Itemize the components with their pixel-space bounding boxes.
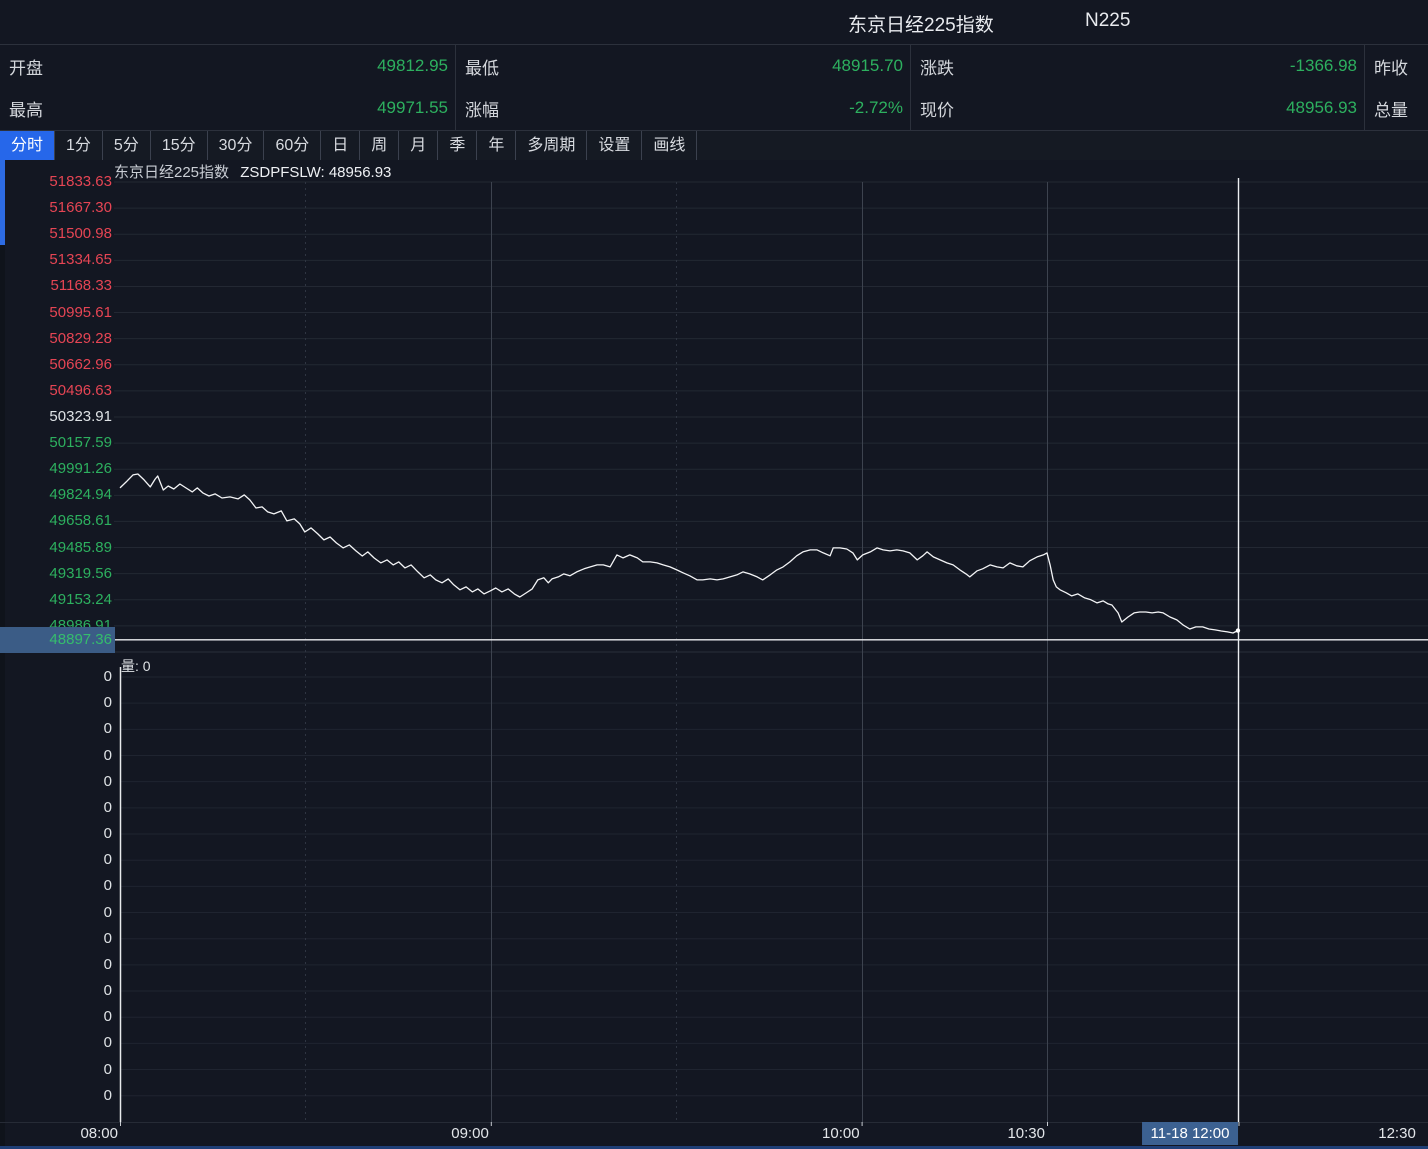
price-axis-label: 50496.63 <box>0 383 112 399</box>
time-axis-label: 09:00 <box>451 1122 491 1145</box>
volume-axis-label: 0 <box>0 1009 112 1025</box>
price-axis-label: 49991.26 <box>0 461 112 477</box>
volume-axis-label: 0 <box>0 957 112 973</box>
price-axis-label: 49319.56 <box>0 566 112 582</box>
volume-axis-label: 0 <box>0 721 112 737</box>
tab-15分[interactable]: 15分 <box>151 131 208 160</box>
tab-多周期[interactable]: 多周期 <box>516 131 587 160</box>
tab-画线[interactable]: 画线 <box>642 131 697 160</box>
volume-axis-label: 0 <box>0 878 112 894</box>
info-column: 昨收总量 <box>1365 45 1428 130</box>
volume-axis-label: 0 <box>0 774 112 790</box>
tab-周[interactable]: 周 <box>360 131 399 160</box>
price-line-endpoint <box>1236 628 1240 632</box>
tab-日[interactable]: 日 <box>321 131 360 160</box>
tab-分时[interactable]: 分时 <box>0 131 55 160</box>
volume-axis-label: 0 <box>0 983 112 999</box>
crosshair-time-label: 11-18 12:00 <box>1142 1122 1239 1145</box>
quote-field: 开盘 49812.95 <box>0 45 455 87</box>
quote-field-value: 48956.93 <box>1286 98 1357 118</box>
time-axis-label: 10:30 <box>1007 1122 1047 1145</box>
legend-index-name: 东京日经225指数 <box>114 164 229 181</box>
quote-field-value: 49971.55 <box>377 98 448 118</box>
quote-field-value: -2.72% <box>849 98 903 118</box>
volume-axis-label: 0 <box>0 669 112 685</box>
price-chart-svg[interactable] <box>0 160 1428 1149</box>
volume-axis-label: 0 <box>0 931 112 947</box>
tab-30分[interactable]: 30分 <box>208 131 265 160</box>
volume-axis-label: 0 <box>0 1035 112 1051</box>
tab-月[interactable]: 月 <box>399 131 438 160</box>
quote-field-value: 48915.70 <box>832 56 903 76</box>
price-axis-label: 51667.30 <box>0 200 112 216</box>
price-axis-label: 51168.33 <box>0 278 112 294</box>
volume-axis-label: 0 <box>0 852 112 868</box>
info-column: 最低 48915.70 涨幅 -2.72% <box>456 45 911 130</box>
volume-axis-label: 0 <box>0 1062 112 1078</box>
price-line <box>120 474 1238 633</box>
chart-area[interactable]: 东京日经225指数 ZSDPFSLW: 48956.93 51833.63 516… <box>0 160 1428 1149</box>
quote-field-label: 涨跌 <box>920 54 954 79</box>
legend-current-reading: ZSDPFSLW: 48956.93 <box>240 164 391 181</box>
tab-1分[interactable]: 1分 <box>55 131 103 160</box>
price-axis-label: 50995.61 <box>0 305 112 321</box>
tab-设置[interactable]: 设置 <box>587 131 642 160</box>
title-bar: 东京日经225指数 N225 <box>0 0 1428 45</box>
quote-info-panel: 开盘 49812.95 最高 49971.55 最低 48915.70 涨幅 -2.72% 涨跌… <box>0 45 1428 131</box>
trading-app-window: 东京日经225指数 N225 开盘 49812.95 最高 49971.55 最低 489… <box>0 0 1428 1149</box>
period-tab-bar: 分时1分5分15分30分60分日周月季年多周期设置画线 <box>0 131 1428 160</box>
quote-field: 涨跌 -1366.98 <box>911 45 1364 87</box>
volume-axis-label: 0 <box>0 800 112 816</box>
quote-field: 现价 48956.93 <box>911 87 1364 129</box>
price-axis-label: 49658.61 <box>0 513 112 529</box>
quote-field: 涨幅 -2.72% <box>456 87 910 129</box>
chart-legend: 东京日经225指数 ZSDPFSLW: 48956.93 <box>114 161 391 179</box>
quote-field-label: 昨收 <box>1374 54 1408 79</box>
quote-field-label: 最低 <box>465 54 499 79</box>
volume-axis-label: 0 <box>0 748 112 764</box>
volume-title: 量: 0 <box>121 656 151 676</box>
crosshair-price-label: 48897.36 <box>0 627 115 653</box>
time-axis: 08:00 09:00 10:00 10:30 12:30 11-18 12:00 <box>0 1122 1428 1146</box>
quote-field-label: 现价 <box>920 96 954 121</box>
tab-年[interactable]: 年 <box>477 131 516 160</box>
info-column: 涨跌 -1366.98 现价 48956.93 <box>911 45 1365 130</box>
price-axis-label: 51334.65 <box>0 252 112 268</box>
time-axis-label: 10:00 <box>822 1122 862 1145</box>
info-column: 开盘 49812.95 最高 49971.55 <box>0 45 456 130</box>
tab-季[interactable]: 季 <box>438 131 477 160</box>
price-axis-label: 50829.28 <box>0 331 112 347</box>
volume-axis-label: 0 <box>0 826 112 842</box>
price-axis-label: 51500.98 <box>0 226 112 242</box>
tab-60分[interactable]: 60分 <box>264 131 321 160</box>
price-axis-label: 49153.24 <box>0 592 112 608</box>
quote-field: 最低 48915.70 <box>456 45 910 87</box>
volume-axis-label: 0 <box>0 905 112 921</box>
time-axis-label: 08:00 <box>80 1122 120 1145</box>
quote-field: 昨收 <box>1365 45 1428 87</box>
tab-5分[interactable]: 5分 <box>103 131 151 160</box>
quote-field-value: 49812.95 <box>377 56 448 76</box>
index-name: 东京日经225指数 <box>848 10 994 37</box>
price-axis-label: 51833.63 <box>0 174 112 190</box>
time-axis-label: 12:30 <box>1378 1122 1418 1145</box>
price-axis-label: 50157.59 <box>0 435 112 451</box>
price-axis-label: 50662.96 <box>0 357 112 373</box>
index-symbol: N225 <box>1085 10 1130 32</box>
quote-field-label: 涨幅 <box>465 96 499 121</box>
quote-field-label: 最高 <box>9 96 43 121</box>
price-axis-label: 49485.89 <box>0 540 112 556</box>
price-axis-label: 49824.94 <box>0 487 112 503</box>
price-axis-label: 50323.91 <box>0 409 112 425</box>
quote-field: 总量 <box>1365 87 1428 129</box>
quote-field-label: 总量 <box>1374 96 1408 121</box>
quote-field-value: -1366.98 <box>1290 56 1357 76</box>
quote-field-label: 开盘 <box>9 54 43 79</box>
volume-axis-label: 0 <box>0 695 112 711</box>
quote-field: 最高 49971.55 <box>0 87 455 129</box>
volume-axis-label: 0 <box>0 1088 112 1104</box>
